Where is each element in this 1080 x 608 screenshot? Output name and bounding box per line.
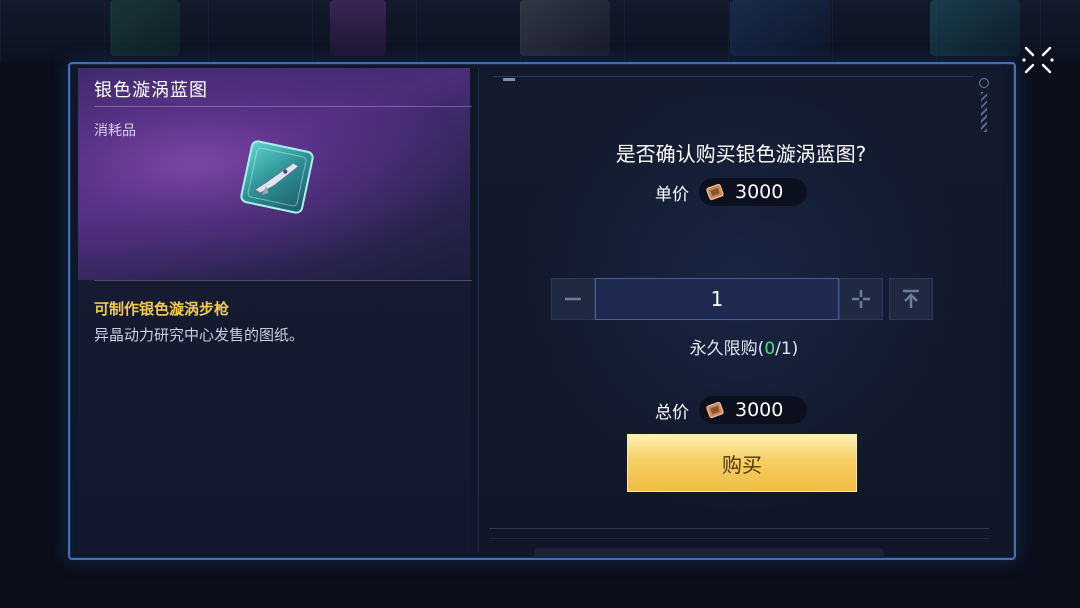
increase-button[interactable] xyxy=(839,278,883,320)
title-divider xyxy=(94,106,472,107)
side-deco-hatch xyxy=(981,92,987,132)
top-deco-line xyxy=(493,76,973,77)
bottom-deco-line xyxy=(489,528,989,529)
buy-button[interactable]: 购买 xyxy=(627,434,857,492)
limit-bought-count: 0 xyxy=(764,339,776,359)
purchase-dialog: 银色漩涡蓝图 消耗品 可制作银色漩涡步枪 异晶动力研究中心发售的图纸。 是否确认… xyxy=(68,62,1016,560)
bottom-tab-bar xyxy=(534,548,884,558)
coin-icon xyxy=(706,401,724,419)
close-button[interactable] xyxy=(1018,40,1058,80)
unit-price-row: 单价 3000 xyxy=(655,178,808,206)
craft-note: 可制作银色漩涡步枪 xyxy=(94,300,230,318)
top-deco-circle xyxy=(979,78,989,88)
item-type-label: 消耗品 xyxy=(94,123,136,139)
coin-icon xyxy=(706,183,724,201)
background-item-crystal xyxy=(330,0,386,56)
top-deco-mark xyxy=(503,78,515,81)
total-price-label: 总价 xyxy=(655,402,689,423)
hero-divider xyxy=(94,280,472,281)
background-item-blueprint xyxy=(110,0,180,56)
quantity-stepper xyxy=(551,278,933,320)
total-price-row: 总价 3000 xyxy=(655,396,808,424)
unit-price-pill: 3000 xyxy=(699,178,808,206)
bottom-deco-line-2 xyxy=(489,538,989,539)
total-price-pill: 3000 xyxy=(699,396,808,424)
item-description: 异晶动力研究中心发售的图纸。 xyxy=(94,326,305,344)
plus-icon xyxy=(852,290,870,308)
purchase-panel: 是否确认购买银色漩涡蓝图? 单价 3000 1 永久限购(0/1) 总价 300… xyxy=(478,68,1003,552)
background-item-module xyxy=(730,0,830,56)
limit-suffix: /1) xyxy=(775,339,799,359)
limit-prefix: 永久限购( xyxy=(689,339,765,359)
unit-price-value: 3000 xyxy=(735,181,784,203)
background-item-device xyxy=(520,0,610,56)
max-icon xyxy=(903,289,919,308)
item-info-panel: 银色漩涡蓝图 消耗品 可制作银色漩涡步枪 异晶动力研究中心发售的图纸。 xyxy=(78,68,472,552)
unit-price-label: 单价 xyxy=(655,184,689,205)
background-item-chip xyxy=(930,0,1020,56)
total-price-value: 3000 xyxy=(735,399,784,421)
minus-icon xyxy=(565,297,581,301)
blueprint-icon xyxy=(240,140,314,214)
confirm-question: 是否确认购买银色漩涡蓝图? xyxy=(615,142,867,166)
max-quantity-button[interactable] xyxy=(889,278,933,320)
quantity-input[interactable] xyxy=(595,278,839,320)
decrease-button[interactable] xyxy=(551,278,595,320)
item-title: 银色漩涡蓝图 xyxy=(94,80,208,101)
close-icon xyxy=(1022,46,1054,74)
background-shop-strip xyxy=(0,0,1080,62)
purchase-limit: 永久限购(0/1) xyxy=(479,334,1009,359)
